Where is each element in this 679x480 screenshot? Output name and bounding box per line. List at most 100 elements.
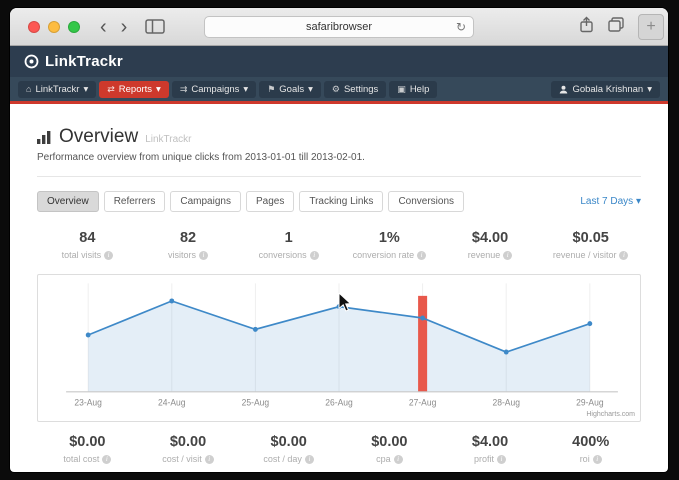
window-controls: [28, 21, 80, 33]
stat-label: conversion ratei: [339, 250, 440, 260]
tab-campaigns[interactable]: Campaigns: [170, 191, 241, 212]
user-icon: [559, 85, 568, 94]
user-menu[interactable]: Gobala Krishnan ▾: [551, 81, 660, 98]
stat-value: $0.05: [540, 230, 641, 246]
chevron-down-icon: ▾: [83, 84, 88, 95]
stat-label: roii: [540, 454, 641, 464]
stat-roi: 400% roii: [540, 434, 641, 464]
new-tab-button[interactable]: +: [638, 14, 664, 40]
nav-item-campaigns[interactable]: ⇉ Campaigns ▾: [172, 81, 256, 98]
chevron-down-icon: ▾: [156, 84, 161, 95]
tab-pages[interactable]: Pages: [246, 191, 294, 212]
stat-label: visitorsi: [138, 250, 239, 260]
bar-chart-icon: [37, 131, 52, 144]
stat-value: $0.00: [37, 434, 138, 450]
stat-label: conversionsi: [238, 250, 339, 260]
info-icon[interactable]: i: [417, 251, 426, 260]
app-logo[interactable]: LinkTrackr: [24, 53, 123, 70]
stat-label: cpai: [339, 454, 440, 464]
stat-profit: $4.00 profiti: [440, 434, 541, 464]
nav-item-linktrackr[interactable]: ⌂ LinkTrackr ▾: [18, 81, 96, 98]
stat-visitors: 82 visitorsi: [138, 230, 239, 260]
info-icon[interactable]: i: [305, 455, 314, 464]
stat-label: cost / dayi: [238, 454, 339, 464]
info-icon[interactable]: i: [104, 251, 113, 260]
close-window-button[interactable]: [28, 21, 40, 33]
minimize-window-button[interactable]: [48, 21, 60, 33]
page-head: Overview LinkTrackr: [37, 126, 641, 148]
campaigns-icon: ⇉: [180, 84, 188, 95]
forward-button[interactable]: ›: [121, 17, 128, 37]
svg-text:26-Aug: 26-Aug: [325, 397, 353, 407]
stat-value: $0.00: [339, 434, 440, 450]
home-icon: ⌂: [26, 84, 31, 94]
info-icon[interactable]: i: [394, 455, 403, 464]
stat-label: revenue / visitori: [540, 250, 641, 260]
reload-icon[interactable]: ↻: [456, 20, 466, 34]
browser-toolbar: ‹ › safaribrowser ↻: [10, 8, 668, 46]
stat-total-cost: $0.00 total costi: [37, 434, 138, 464]
stat-cost-per-visit: $0.00 cost / visiti: [138, 434, 239, 464]
nav-item-goals[interactable]: ⚑ Goals ▾: [259, 81, 321, 98]
stat-label: revenuei: [440, 250, 541, 260]
stats-row-bottom: $0.00 total costi $0.00 cost / visiti $0…: [37, 434, 641, 464]
chevron-down-icon: ▾: [308, 84, 313, 95]
tab-overview[interactable]: Overview: [37, 191, 99, 212]
stat-label: total visitsi: [37, 250, 138, 260]
toolbar-right-icons: +: [579, 14, 658, 40]
reports-icon: ⇄: [107, 84, 115, 95]
stat-value: 400%: [540, 434, 641, 450]
chevron-down-icon: ▾: [243, 84, 248, 95]
tab-tracking-links[interactable]: Tracking Links: [299, 191, 383, 212]
info-icon[interactable]: i: [205, 455, 214, 464]
nav-item-help[interactable]: ▣ Help: [389, 81, 437, 98]
svg-text:27-Aug: 27-Aug: [409, 397, 437, 407]
info-icon[interactable]: i: [497, 455, 506, 464]
sidebar-toggle-icon[interactable]: [145, 19, 165, 34]
stat-label: total costi: [37, 454, 138, 464]
tab-conversions[interactable]: Conversions: [388, 191, 464, 212]
page-content: Overview LinkTrackr Performance overview…: [10, 126, 668, 464]
stat-cost-per-day: $0.00 cost / dayi: [238, 434, 339, 464]
stat-value: $4.00: [440, 434, 541, 450]
nav-item-settings[interactable]: ⚙ Settings: [324, 81, 386, 98]
chevron-down-icon: ▾: [636, 196, 641, 207]
back-button[interactable]: ‹: [100, 17, 107, 37]
stat-value: $0.00: [238, 434, 339, 450]
info-icon[interactable]: i: [593, 455, 602, 464]
info-icon[interactable]: i: [503, 251, 512, 260]
info-icon[interactable]: i: [102, 455, 111, 464]
svg-text:23-Aug: 23-Aug: [74, 397, 102, 407]
history-buttons: ‹ ›: [100, 17, 127, 37]
info-icon[interactable]: i: [619, 251, 628, 260]
chevron-down-icon: ▾: [647, 84, 652, 95]
visits-chart: 23-Aug24-Aug25-Aug26-Aug27-Aug28-Aug29-A…: [37, 274, 641, 422]
info-icon[interactable]: i: [199, 251, 208, 260]
nav-item-reports[interactable]: ⇄ Reports ▾: [99, 81, 169, 98]
svg-text:29-Aug: 29-Aug: [576, 397, 604, 407]
report-tabs: Overview Referrers Campaigns Pages Track…: [37, 191, 641, 212]
svg-text:24-Aug: 24-Aug: [158, 397, 186, 407]
stat-value: 82: [138, 230, 239, 246]
tab-referrers[interactable]: Referrers: [104, 191, 166, 212]
linktrackr-logo-icon: [24, 54, 39, 69]
stat-value: 1%: [339, 230, 440, 246]
stats-row-top: 84 total visitsi 82 visitorsi 1 conversi…: [37, 230, 641, 260]
app-header: LinkTrackr: [10, 46, 668, 77]
url-text: safaribrowser: [306, 21, 372, 33]
share-icon[interactable]: [579, 16, 594, 38]
page-subtitle: LinkTrackr: [145, 134, 191, 145]
highcharts-credit-link[interactable]: Highcharts.com: [586, 411, 635, 418]
svg-text:28-Aug: 28-Aug: [492, 397, 520, 407]
address-bar[interactable]: safaribrowser ↻: [204, 16, 474, 38]
page-title: Overview: [59, 126, 138, 148]
page-description: Performance overview from unique clicks …: [37, 152, 641, 163]
stat-value: $4.00: [440, 230, 541, 246]
zoom-window-button[interactable]: [68, 21, 80, 33]
date-range-dropdown[interactable]: Last 7 Days ▾: [580, 196, 641, 207]
stat-value: $0.00: [138, 434, 239, 450]
stat-conversion-rate: 1% conversion ratei: [339, 230, 440, 260]
tabs-overview-icon[interactable]: [608, 17, 624, 37]
stat-value: 84: [37, 230, 138, 246]
info-icon[interactable]: i: [310, 251, 319, 260]
